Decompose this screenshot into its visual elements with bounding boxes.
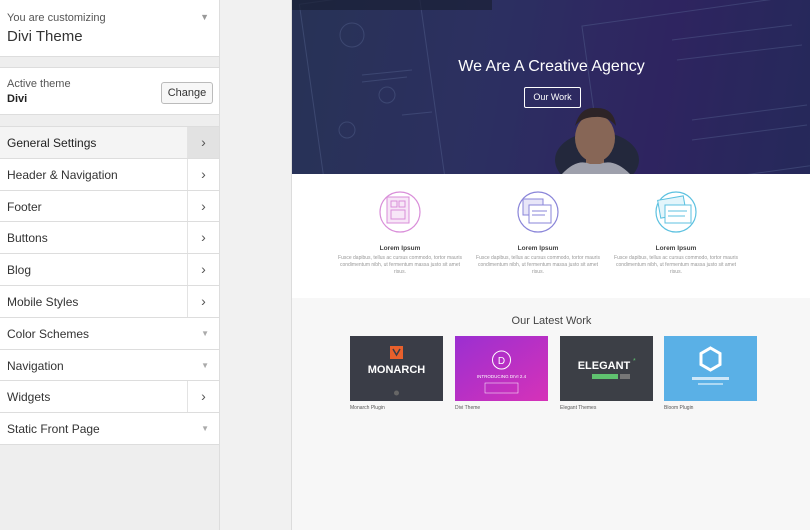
svg-text:*: *	[633, 358, 636, 365]
caret-down-icon[interactable]: ▼	[200, 12, 209, 22]
our-work-button[interactable]: Our Work	[524, 87, 581, 108]
chevron-right-icon[interactable]: ›	[187, 254, 219, 285]
section-item-blog[interactable]: Blog ›	[0, 254, 219, 286]
section-label: Header & Navigation	[7, 167, 118, 182]
section-item-buttons[interactable]: Buttons ›	[0, 222, 219, 255]
chevron-right-icon[interactable]: ›	[187, 190, 219, 222]
bloom-thumbnail[interactable]	[664, 336, 757, 401]
divi-thumbnail[interactable]: D INTRODUCING DIVI 2.4	[455, 336, 548, 401]
customizer-subtitle: You are customizing	[7, 12, 106, 24]
section-label: Buttons	[7, 231, 48, 246]
feature-blurb: Lorem Ipsum Fusce dapibus, tellus ac curs…	[606, 189, 746, 276]
section-label: Color Schemes	[7, 326, 90, 341]
customizer-title: Divi Theme	[7, 28, 83, 45]
section-item-static-front-page[interactable]: Static Front Page ▼	[0, 413, 219, 445]
caret-down-icon[interactable]: ▼	[201, 424, 209, 433]
section-label: Widgets	[7, 390, 51, 405]
portfolio-caption[interactable]: Bloom Plugin	[664, 405, 693, 411]
active-theme-name: Divi	[7, 93, 28, 105]
section-item-navigation[interactable]: Navigation ▼	[0, 349, 219, 382]
svg-text:INTRODUCING DIVI 2.4: INTRODUCING DIVI 2.4	[477, 374, 527, 379]
portfolio-caption[interactable]: Divi Theme	[455, 405, 480, 411]
section-item-widgets[interactable]: Widgets ›	[0, 381, 219, 414]
section-list: General Settings › Header & Navigation › Foo…	[0, 126, 219, 445]
feature-blurb: Lorem Ipsum Fusce dapibus, tellus ac curs…	[330, 189, 470, 276]
feature-text: Fusce dapibus, tellus ac cursus commodo,…	[476, 255, 600, 275]
feature-text: Fusce dapibus, tellus ac cursus commodo,…	[338, 255, 462, 275]
section-item-footer[interactable]: Footer ›	[0, 190, 219, 223]
feature-blurb: Lorem Ipsum Fusce dapibus, tellus ac curs…	[468, 189, 608, 276]
features-section: Lorem Ipsum Fusce dapibus, tellus ac curs…	[292, 174, 810, 298]
caret-down-icon[interactable]: ▼	[201, 361, 209, 370]
active-theme-label: Active theme	[7, 78, 71, 90]
chevron-right-icon[interactable]: ›	[187, 127, 219, 158]
hero-title: We Are A Creative Agency	[458, 58, 645, 75]
section-item-header-navigation[interactable]: Header & Navigation ›	[0, 158, 219, 191]
change-theme-button[interactable]: Change	[161, 82, 213, 104]
section-item-color-schemes[interactable]: Color Schemes ▼	[0, 317, 219, 350]
chevron-right-icon[interactable]: ›	[187, 285, 219, 317]
chevron-right-icon[interactable]: ›	[187, 158, 219, 190]
section-label: General Settings	[7, 136, 97, 150]
elegant-thumbnail[interactable]: ELEGANT *	[560, 336, 653, 401]
section-label: Blog	[7, 263, 32, 278]
chevron-right-icon[interactable]: ›	[187, 381, 219, 413]
monarch-logo-text: MONARCH	[368, 364, 425, 376]
chevron-right-icon[interactable]: ›	[187, 222, 219, 254]
browser-windows-icon	[515, 189, 561, 235]
section-label: Footer	[7, 199, 42, 214]
section-label: Mobile Styles	[7, 294, 79, 309]
section-label: Navigation	[7, 358, 64, 373]
section-label: Static Front Page	[7, 422, 100, 437]
svg-text:D: D	[498, 356, 505, 367]
feature-title: Lorem Ipsum	[655, 245, 697, 252]
feature-title: Lorem Ipsum	[517, 245, 559, 252]
section-item-general-settings[interactable]: General Settings ›	[0, 127, 219, 159]
feature-text: Fusce dapibus, tellus ac cursus commodo,…	[614, 255, 738, 275]
hero-section: We Are A Creative Agency Our Work	[292, 0, 810, 174]
site-preview: We Are A Creative Agency Our Work Lorem …	[291, 0, 810, 530]
page-layout-icon	[377, 189, 423, 235]
portfolio-caption[interactable]: Monarch Plugin	[350, 405, 385, 411]
active-theme-panel: Active theme Divi Change	[0, 67, 219, 115]
customizer-header[interactable]: You are customizing Divi Theme ▼	[0, 0, 219, 57]
caret-down-icon[interactable]: ▼	[201, 329, 209, 338]
customizer-sidebar: You are customizing Divi Theme ▼ Active …	[0, 0, 220, 530]
feature-title: Lorem Ipsum	[379, 245, 421, 252]
svg-text:ELEGANT: ELEGANT	[578, 360, 631, 372]
monarch-thumbnail[interactable]: MONARCH	[350, 336, 443, 401]
stacked-cards-icon	[653, 189, 699, 235]
section-item-mobile-styles[interactable]: Mobile Styles ›	[0, 285, 219, 318]
latest-work-section: Our Latest Work MONARCH Monarch Plugin D IN…	[292, 298, 810, 530]
latest-work-title: Our Latest Work	[511, 315, 592, 327]
portfolio-caption[interactable]: Elegant Themes	[560, 405, 596, 411]
